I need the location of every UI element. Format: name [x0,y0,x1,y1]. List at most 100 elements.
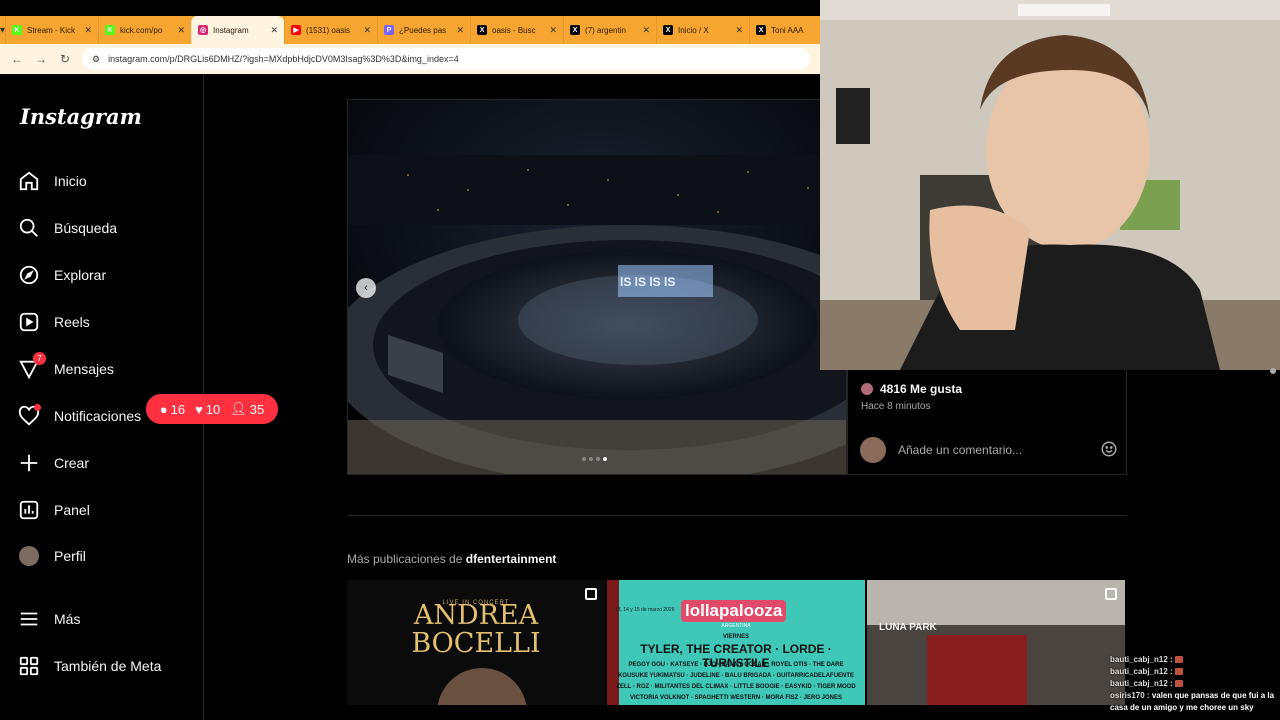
browser-tab[interactable]: P ¿Puedes pas ✕ [377,16,470,44]
comment-input[interactable]: Añade un comentario... [898,443,1088,457]
account-link[interactable]: dfentertainment [466,552,557,566]
close-tab-icon[interactable]: ✕ [177,25,185,36]
messenger-icon: 7 [18,352,46,380]
favicon-icon: X [663,25,674,35]
post-time: Hace 8 minutos [861,401,931,412]
site-info-icon[interactable]: ⚙ [92,54,100,65]
post-info-panel: 4816 Me gusta Hace 8 minutos Añade un co… [847,370,1127,475]
favicon-icon: K [12,25,23,35]
close-tab-icon[interactable]: ✕ [363,25,371,36]
tab-title: (7) argentin [585,25,626,35]
webcam-overlay [820,0,1280,370]
nav-inicio[interactable]: Inicio [18,170,87,192]
streamer-webcam [820,0,1280,370]
reload-icon[interactable]: ↻ [58,52,72,66]
nav-label: Notificaciones [54,408,142,424]
scrollbar-thumb[interactable] [1270,368,1276,374]
nav-crear[interactable]: Crear [18,452,89,474]
more-posts-heading: Más publicaciones de dfentertainment [347,552,557,566]
chat-message: bauti_cabj_n12 : [1110,654,1280,666]
tab-title: Inicio / X [678,25,709,35]
nav-label: Mensajes [54,361,114,377]
carousel-dot [589,457,593,461]
close-tab-icon[interactable]: ✕ [549,25,557,36]
browser-tab[interactable]: Xoasis - Busc ✕ [470,16,563,44]
nav-busqueda[interactable]: Búsqueda [18,217,117,239]
nav-notificaciones[interactable]: Notificaciones [18,404,142,427]
chat-message: osiris170 : valen que pansas de que fui … [1110,691,1275,712]
thumb-luna-park[interactable]: LUNA PARK [867,580,1125,705]
instagram-sidebar: Instagram Inicio Búsqueda Explorar Reels… [0,74,278,720]
section-divider [347,515,1127,516]
emote-icon [1174,680,1183,688]
favicon-icon: P [384,25,395,35]
favicon-icon: X [477,25,488,35]
nav-label: Panel [54,502,90,518]
instagram-logo[interactable]: Instagram [20,104,142,129]
tab-title: Stream - Kick [27,25,76,35]
avatar [18,545,40,567]
browser-tab[interactable]: ▶ (1531) oasis ✕ [284,16,377,44]
browser-tab[interactable]: ◎ Instagram ✕ [191,16,285,44]
comment-row: Añade un comentario... [860,437,1118,463]
post-carousel-image[interactable]: lS lS lS lS [347,99,847,475]
nav-explorar[interactable]: Explorar [18,264,106,286]
browser-tab[interactable]: X (7) argentin ✕ [563,16,656,44]
favicon-icon: X [570,25,581,35]
close-tab-icon[interactable]: ✕ [642,25,650,36]
nav-label: Búsqueda [54,220,118,236]
nav-panel[interactable]: Panel [18,499,90,521]
browser-tab[interactable]: K Stream - Kick ✕ [5,16,98,44]
search-icon [18,217,40,239]
carousel-prev-button[interactable]: ‹ [356,278,376,298]
nav-perfil[interactable]: Perfil [18,545,86,567]
person-icon: 👤︎ [230,401,247,416]
nav-label: Reels [54,314,90,330]
browser-tab-bar: ▾ K Stream - Kick ✕ Kkick.com/po ✕ ◎ Instagram… [0,16,836,44]
notifications-summary-pill[interactable]: ● 16 ♥ 10 👤︎ 35 [146,394,278,424]
carousel-dot [582,457,586,461]
likes-row[interactable]: 4816 Me gusta [860,382,962,396]
browser-tab[interactable]: Kkick.com/po ✕ [98,16,191,44]
comments-count: ● 16 [159,401,186,417]
stadium-aerial-photo: lS lS lS lS [348,100,846,474]
forward-icon[interactable]: → [34,52,48,66]
messages-badge: 7 [33,352,46,365]
close-tab-icon[interactable]: ✕ [270,25,278,36]
portrait [437,668,527,705]
nav-label: Perfil [54,548,86,564]
close-tab-icon[interactable]: ✕ [735,25,743,36]
nav-label: Crear [54,455,90,471]
close-tab-icon[interactable]: ✕ [456,25,464,36]
tab-title: oasis - Busc [492,25,536,35]
nav-tambien-de-meta[interactable]: También de Meta [18,655,161,677]
url-field[interactable]: ⚙ instagram.com/p/DRGLis6DMHZ/?igsh=MXdp… [82,48,810,70]
emoji-icon[interactable] [1100,440,1118,461]
back-icon[interactable]: ← [10,52,24,66]
close-tab-icon[interactable]: ✕ [84,25,92,36]
nav-label: También de Meta [54,658,162,674]
thumb-lollapalooza[interactable]: 13, 14 y 15 de marzo 2026 lollapalooza A… [607,580,865,705]
carousel-stack-icon [585,588,597,600]
heart-icon [18,404,41,427]
liker-avatar [860,382,874,396]
avatar [860,437,886,463]
menu-icon [18,608,40,630]
chat-message: bauti_cabj_n12 : [1110,678,1280,690]
browser-tab[interactable]: X Inicio / X ✕ [656,16,749,44]
carousel-dot [596,457,600,461]
address-bar: ← → ↻ ⚙ instagram.com/p/DRGLis6DMHZ/?igs… [0,44,820,74]
chart-icon [18,499,40,521]
nav-mensajes[interactable]: 7 Mensajes [18,352,114,380]
heart-icon: ♥ [195,401,203,417]
nav-reels[interactable]: Reels [18,311,90,333]
thumb-bocelli[interactable]: LIVE IN CONCERT ANDREA BOCELLI [347,580,605,705]
tab-title: ¿Puedes pas [399,25,447,35]
chat-message: bauti_cabj_n12 : [1110,666,1280,678]
reels-icon [18,311,40,333]
nav-mas[interactable]: Más [18,608,80,630]
emote-icon [1174,656,1183,664]
tab-title: kick.com/po [120,25,163,35]
notification-dot [34,404,41,411]
url-text: instagram.com/p/DRGLis6DMHZ/?igsh=MXdpbH… [108,54,459,64]
